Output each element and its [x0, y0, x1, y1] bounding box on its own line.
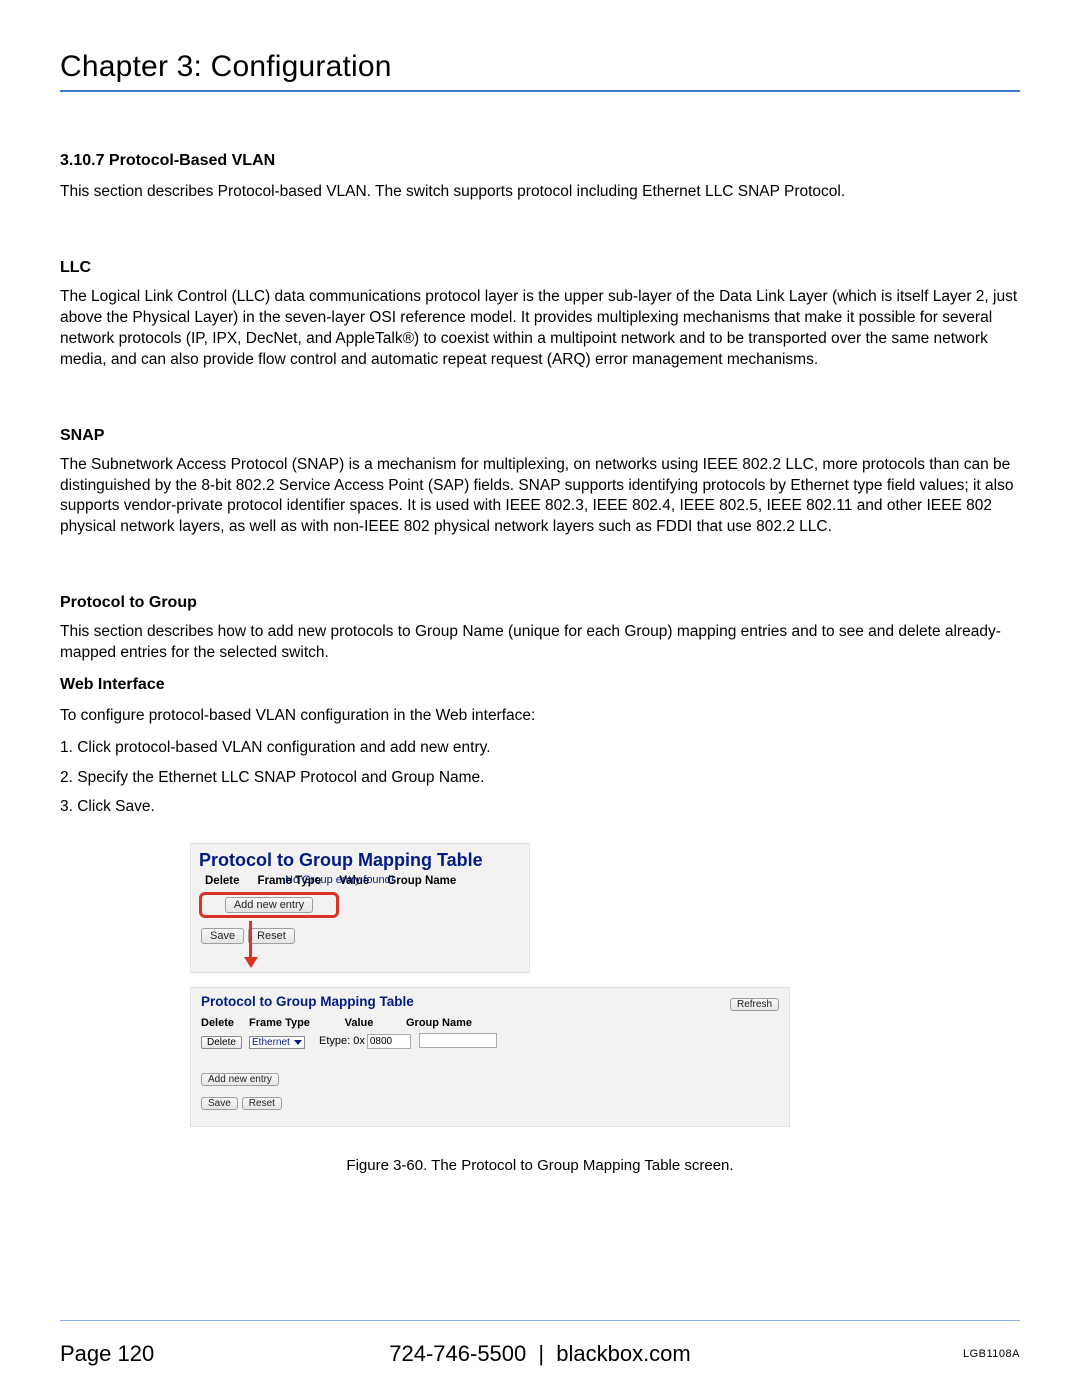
footer-site: blackbox.com: [556, 1341, 691, 1366]
section-intro: This section describes Protocol-based VL…: [60, 182, 1020, 203]
p2g-heading: Protocol to Group: [60, 594, 1020, 612]
frametype-select[interactable]: Ethernet: [249, 1036, 305, 1049]
value-cell: Etype: 0x: [319, 1034, 419, 1049]
table-row: Delete Ethernet Etype: 0x: [191, 1031, 789, 1051]
arrow-head-icon: [244, 957, 258, 968]
chapter-title: Chapter 3: Configuration: [60, 50, 1020, 92]
col-groupname: Group Name: [387, 875, 456, 887]
snap-heading: SNAP: [60, 427, 1020, 445]
arrow-icon: [249, 921, 252, 959]
col-groupname-2: Group Name: [399, 1017, 479, 1029]
figure-caption: Figure 3-60. The Protocol to Group Mappi…: [60, 1157, 1020, 1174]
add-new-entry-button[interactable]: Add new entry: [225, 897, 313, 913]
footer-contact: 724-746-5500 | blackbox.com: [389, 1341, 691, 1367]
save-button-2[interactable]: Save: [201, 1097, 238, 1110]
col-delete: Delete: [205, 875, 240, 887]
save-button[interactable]: Save: [201, 928, 244, 944]
p2g-text: This section describes how to add new pr…: [60, 622, 1020, 664]
reset-button[interactable]: Reset: [248, 928, 295, 944]
footer-rule: [60, 1320, 1020, 1321]
footer-phone: 724-746-5500: [389, 1341, 526, 1366]
panel2-headers: Delete Frame Type Value Group Name: [191, 1015, 789, 1031]
model-number: LGB1108A: [963, 1348, 1020, 1360]
refresh-button[interactable]: Refresh: [730, 998, 779, 1011]
row-delete-button[interactable]: Delete: [201, 1036, 242, 1049]
footer-separator: |: [538, 1341, 544, 1366]
step-3: 3. Click Save.: [60, 792, 1020, 821]
etype-input[interactable]: [367, 1034, 411, 1049]
col-frametype-2: Frame Type: [249, 1017, 319, 1029]
web-intro: To configure protocol-based VLAN configu…: [60, 706, 1020, 727]
panel2-title: Protocol to Group Mapping Table: [191, 988, 789, 1015]
groupname-input[interactable]: [419, 1033, 497, 1048]
llc-heading: LLC: [60, 259, 1020, 277]
step-1: 1. Click protocol-based VLAN configurati…: [60, 733, 1020, 762]
col-delete-2: Delete: [201, 1017, 249, 1029]
add-new-entry-button-2[interactable]: Add new entry: [201, 1073, 279, 1086]
llc-text: The Logical Link Control (LLC) data comm…: [60, 287, 1020, 371]
web-heading: Web Interface: [60, 676, 1020, 694]
section-number-title: 3.10.7 Protocol-Based VLAN: [60, 152, 1020, 170]
step-2: 2. Specify the Ethernet LLC SNAP Protoco…: [60, 763, 1020, 792]
reset-button-2[interactable]: Reset: [242, 1097, 282, 1110]
col-value-2: Value: [319, 1017, 399, 1029]
mapping-table-panel-entry: Protocol to Group Mapping Table Refresh …: [190, 987, 790, 1127]
page-number: Page 120: [60, 1341, 154, 1367]
panel1-title: Protocol to Group Mapping Table: [191, 844, 529, 873]
highlight-add-new: Add new entry: [199, 892, 339, 918]
snap-text: The Subnetwork Access Protocol (SNAP) is…: [60, 455, 1020, 539]
mapping-table-panel-empty: Protocol to Group Mapping Table Delete F…: [190, 843, 530, 973]
etype-prefix: Etype: 0x: [319, 1035, 365, 1047]
